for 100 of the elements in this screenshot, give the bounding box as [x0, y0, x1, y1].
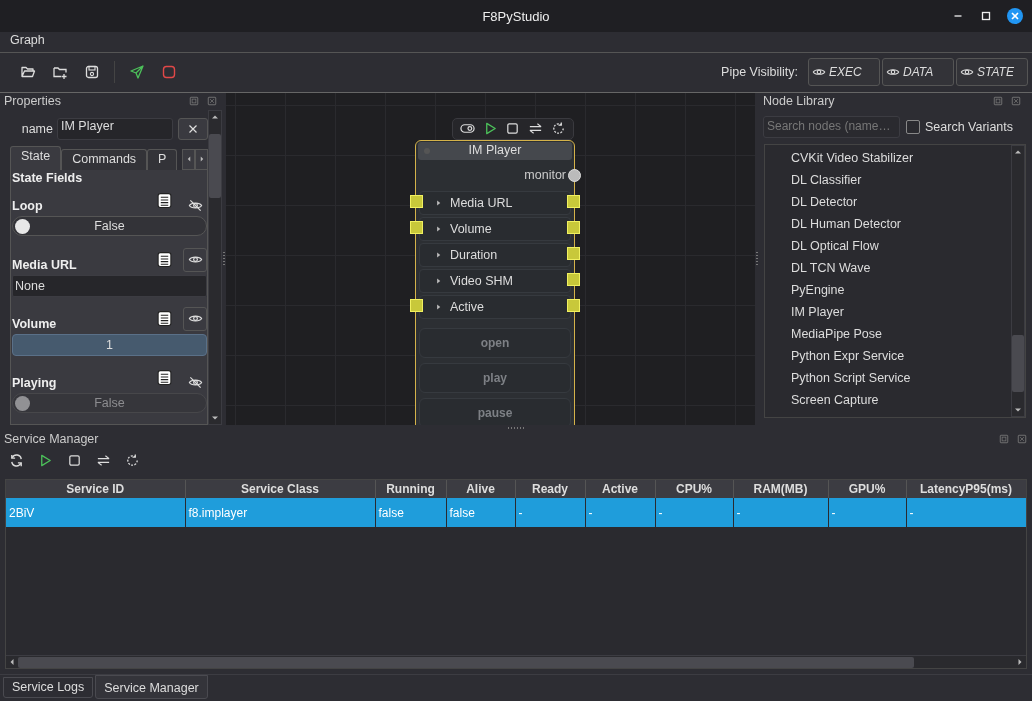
- tab[interactable]: State: [10, 145, 62, 170]
- list-item[interactable]: CVKit Video Stabilizer: [765, 146, 1011, 169]
- list-item[interactable]: DL Human Detector: [765, 212, 1011, 235]
- panel-title: Properties: [4, 94, 61, 109]
- port-row[interactable]: Duration: [419, 242, 571, 267]
- list-item[interactable]: DL TCN Wave: [765, 256, 1011, 279]
- name-field[interactable]: IM Player: [57, 117, 173, 140]
- number-field[interactable]: 1: [12, 333, 207, 356]
- window-title: F8PyStudio: [482, 8, 550, 24]
- port-row[interactable]: Volume: [419, 216, 571, 241]
- column-header[interactable]: LatencyP95(ms): [906, 480, 1026, 499]
- document-icon[interactable]: [155, 251, 173, 269]
- output-port[interactable]: [567, 246, 580, 260]
- tab[interactable]: Commands: [61, 148, 148, 170]
- field-label: Volume: [12, 316, 58, 331]
- column-header[interactable]: Service Class: [185, 480, 375, 499]
- checkbox[interactable]: [906, 119, 920, 134]
- column-header[interactable]: RAM(MB): [733, 480, 828, 499]
- command-button[interactable]: pause: [419, 397, 571, 426]
- field-label: Media URL: [12, 257, 78, 272]
- port-row[interactable]: Media URL: [419, 190, 571, 215]
- table-cell: -: [828, 498, 906, 528]
- maximize-icon[interactable]: [979, 9, 993, 23]
- field-label: name: [20, 121, 53, 136]
- input-port[interactable]: [410, 298, 423, 312]
- vertical-scrollbar[interactable]: [1011, 144, 1025, 418]
- output-port[interactable]: [567, 298, 580, 312]
- eye-off-icon[interactable]: [187, 197, 203, 213]
- tab[interactable]: P: [147, 148, 178, 170]
- tab[interactable]: Service Logs: [3, 677, 94, 699]
- scrollbar-thumb[interactable]: [209, 134, 221, 198]
- document-icon[interactable]: [155, 192, 173, 210]
- list-item[interactable]: DL Detector: [765, 190, 1011, 213]
- stop-icon[interactable]: [505, 121, 521, 137]
- play-icon[interactable]: [38, 453, 53, 469]
- tab[interactable]: Service Manager: [95, 675, 208, 700]
- list-item[interactable]: Python Expr Service: [765, 344, 1011, 367]
- column-header[interactable]: Service ID: [6, 480, 185, 499]
- save-icon[interactable]: [84, 63, 100, 80]
- pipe-toggle[interactable]: STATE: [956, 57, 1028, 86]
- stop-icon[interactable]: [67, 453, 82, 469]
- output-port[interactable]: [567, 272, 580, 286]
- splitter-handle[interactable]: [223, 252, 225, 266]
- output-port[interactable]: [567, 220, 580, 234]
- checkbox-label: Search Variants: [925, 119, 1013, 134]
- column-header[interactable]: Active: [585, 480, 655, 499]
- field-label: Playing: [12, 375, 58, 390]
- stop-icon[interactable]: [161, 63, 177, 80]
- scrollbar-thumb[interactable]: [1012, 335, 1024, 392]
- list-item[interactable]: PyEngine: [765, 278, 1011, 301]
- close-icon[interactable]: [1007, 8, 1023, 24]
- document-icon[interactable]: [155, 369, 173, 387]
- table-cell: false: [375, 498, 446, 528]
- toolbar-label: Pipe Visibility:: [721, 64, 798, 79]
- section-heading: State Fields: [12, 169, 84, 186]
- splitter-handle[interactable]: [756, 252, 758, 266]
- restart-icon[interactable]: [551, 121, 567, 137]
- pipe-toggle[interactable]: DATA: [882, 57, 954, 86]
- port-row[interactable]: Video SHM: [419, 268, 571, 293]
- command-button[interactable]: open: [419, 327, 571, 358]
- table-cell: f8.implayer: [185, 498, 375, 528]
- output-port[interactable]: [567, 194, 580, 208]
- vertical-scrollbar[interactable]: [208, 109, 222, 426]
- table-cell: -: [585, 498, 655, 528]
- column-header[interactable]: Ready: [515, 480, 585, 499]
- column-header[interactable]: GPU%: [828, 480, 906, 499]
- list-item[interactable]: DL Classifier: [765, 168, 1011, 191]
- document-icon[interactable]: [155, 310, 173, 328]
- send-icon[interactable]: [129, 63, 145, 80]
- text-field[interactable]: None: [12, 274, 207, 297]
- input-port[interactable]: [410, 220, 423, 234]
- table-cell: -: [906, 498, 1026, 528]
- list-item[interactable]: Python Script Service: [765, 366, 1011, 389]
- input-port[interactable]: [410, 194, 423, 208]
- scrollbar-thumb[interactable]: [18, 656, 915, 668]
- toggle-switch[interactable]: False: [12, 215, 207, 236]
- column-header[interactable]: Running: [375, 480, 446, 499]
- refresh-icon[interactable]: [9, 453, 24, 469]
- list-item[interactable]: MediaPipe Pose: [765, 322, 1011, 345]
- splitter-handle[interactable]: [508, 426, 524, 429]
- port-row[interactable]: Active: [419, 294, 571, 319]
- command-button[interactable]: play: [419, 362, 571, 393]
- table-cell: -: [655, 498, 733, 528]
- list-item[interactable]: DL Optical Flow: [765, 234, 1011, 257]
- panel-title: Node Library: [763, 94, 835, 109]
- pipe-toggle[interactable]: EXEC: [808, 57, 880, 86]
- menu-item[interactable]: Graph: [0, 32, 55, 52]
- table-cell: -: [515, 498, 585, 528]
- restart-icon[interactable]: [125, 453, 140, 469]
- column-header[interactable]: Alive: [446, 480, 515, 499]
- horizontal-scrollbar[interactable]: [6, 655, 1026, 669]
- table-cell: 2BiV: [6, 498, 185, 528]
- list-item[interactable]: Screen Capture: [765, 388, 1011, 411]
- table-cell: false: [446, 498, 515, 528]
- node-title: IM Player: [418, 141, 572, 160]
- list-item[interactable]: IM Player: [765, 300, 1011, 323]
- panel-title: Service Manager: [4, 431, 99, 446]
- column-header[interactable]: CPU%: [655, 480, 733, 499]
- output-port[interactable]: [568, 168, 581, 182]
- field-label: Loop: [12, 198, 44, 213]
